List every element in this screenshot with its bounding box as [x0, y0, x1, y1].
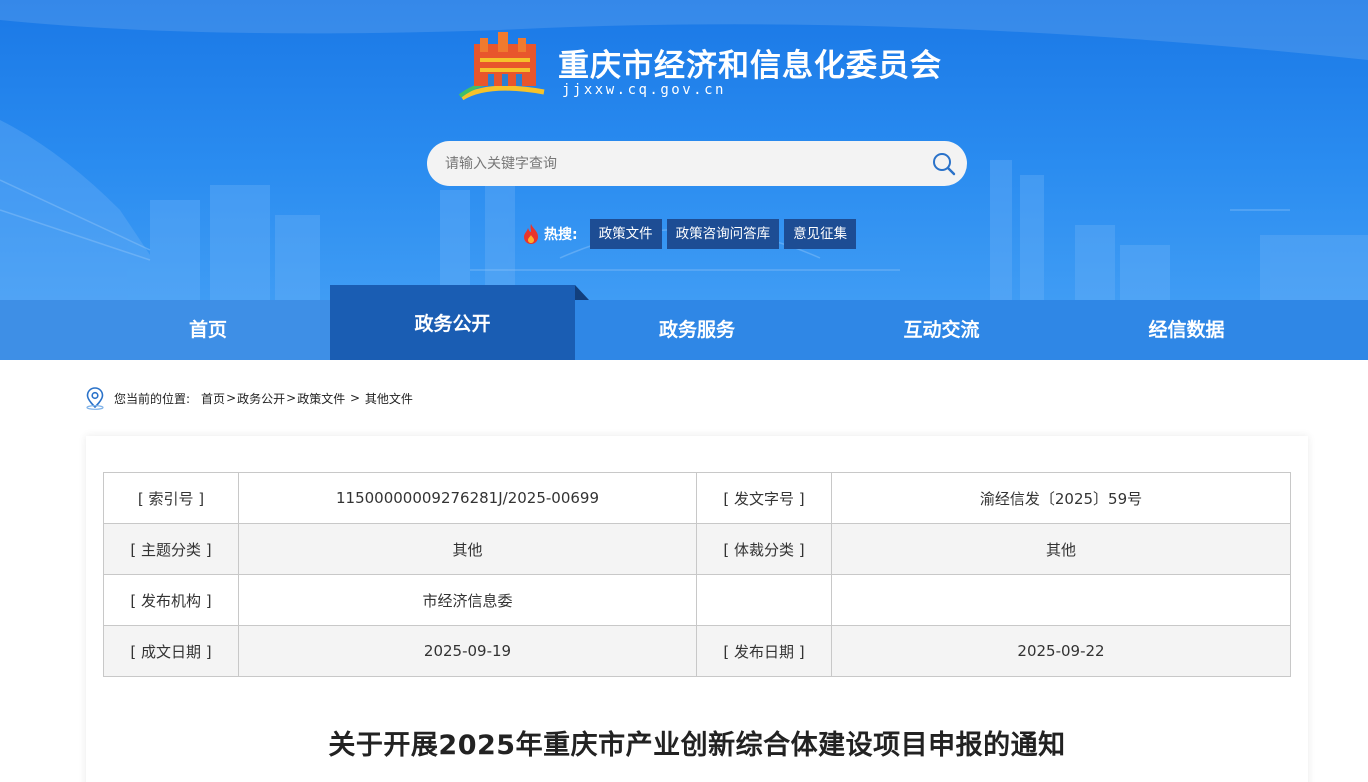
- meta-value: 市经济信息委: [238, 574, 697, 626]
- search-input[interactable]: [445, 141, 925, 186]
- main-nav: 首页 政务公开 政务服务 互动交流 经信数据: [0, 285, 1368, 360]
- breadcrumb-government-affairs-open[interactable]: 政务公开: [237, 390, 285, 407]
- breadcrumb-home[interactable]: 首页: [201, 390, 225, 407]
- breadcrumb-separator: >: [226, 391, 237, 405]
- breadcrumb-prefix: 您当前的位置:: [114, 391, 191, 406]
- nav-item-government-affairs-open[interactable]: 政务公开: [330, 285, 575, 360]
- table-row: [ 成文日期 ] 2025-09-19 [ 发布日期 ] 2025-09-22: [103, 625, 1291, 677]
- breadcrumb-policy-files[interactable]: 政策文件: [297, 390, 345, 407]
- meta-key: [ 索引号 ]: [103, 472, 239, 524]
- hot-tag-policy-files[interactable]: 政策文件: [589, 219, 662, 249]
- breadcrumb: 您当前的位置: 首页 > 政务公开 > 政策文件 > 其他文件: [84, 386, 413, 410]
- document-meta-table: [ 索引号 ] 11500000009276281J/2025-00699 [ …: [103, 472, 1291, 677]
- meta-value: 渝经信发〔2025〕59号: [831, 472, 1291, 524]
- flame-icon: [524, 224, 538, 244]
- meta-value: 11500000009276281J/2025-00699: [238, 472, 697, 524]
- breadcrumb-separator: >: [346, 391, 364, 405]
- nav-item-government-services[interactable]: 政务服务: [575, 300, 819, 360]
- meta-value: 其他: [831, 523, 1291, 575]
- site-logo[interactable]: 重庆市经济和信息化委员会 jjxxw.cq.gov.cn: [458, 30, 958, 104]
- table-row: [ 索引号 ] 11500000009276281J/2025-00699 [ …: [103, 472, 1291, 524]
- meta-key: [ 体裁分类 ]: [696, 523, 832, 575]
- hot-tag-policy-qa[interactable]: 政策咨询问答库: [666, 219, 780, 249]
- search-box: [427, 141, 967, 186]
- nav-item-home[interactable]: 首页: [86, 300, 330, 360]
- breadcrumb-other-files[interactable]: 其他文件: [365, 390, 413, 407]
- meta-value: 2025-09-19: [238, 625, 697, 677]
- meta-value: 其他: [238, 523, 697, 575]
- site-url: jjxxw.cq.gov.cn: [562, 82, 726, 98]
- breadcrumb-separator: >: [286, 391, 297, 405]
- meta-key: [ 发布机构 ]: [103, 574, 239, 626]
- table-row: [ 发布机构 ] 市经济信息委: [103, 574, 1291, 626]
- hot-search-label: 热搜:: [544, 227, 578, 243]
- meta-value: [831, 574, 1291, 626]
- nav-left-pad: [0, 300, 86, 360]
- nav-item-interaction[interactable]: 互动交流: [819, 300, 1064, 360]
- cq-emblem-logo: [458, 32, 545, 101]
- hot-tag-opinion-collection[interactable]: 意见征集: [784, 219, 857, 249]
- site-title: 重庆市经济和信息化委员会: [558, 48, 942, 84]
- search-icon[interactable]: [931, 151, 957, 177]
- article-content: [ 索引号 ] 11500000009276281J/2025-00699 [ …: [86, 436, 1308, 782]
- location-pin-icon: [86, 387, 104, 410]
- document-title: 关于开展2025年重庆市产业创新综合体建设项目申报的通知: [328, 730, 1066, 761]
- nav-item-econ-info-data[interactable]: 经信数据: [1064, 300, 1309, 360]
- table-row: [ 主题分类 ] 其他 [ 体裁分类 ] 其他: [103, 523, 1291, 575]
- meta-key: [ 主题分类 ]: [103, 523, 239, 575]
- meta-key: [ 发文字号 ]: [696, 472, 832, 524]
- hot-search-row: 热搜: 政策文件 政策咨询问答库 意见征集: [522, 219, 861, 249]
- meta-key: [696, 574, 832, 626]
- site-header: 重庆市经济和信息化委员会 jjxxw.cq.gov.cn 热搜: 政策文件 政策…: [0, 0, 1368, 300]
- meta-value: 2025-09-22: [831, 625, 1291, 677]
- meta-key: [ 发布日期 ]: [696, 625, 832, 677]
- meta-key: [ 成文日期 ]: [103, 625, 239, 677]
